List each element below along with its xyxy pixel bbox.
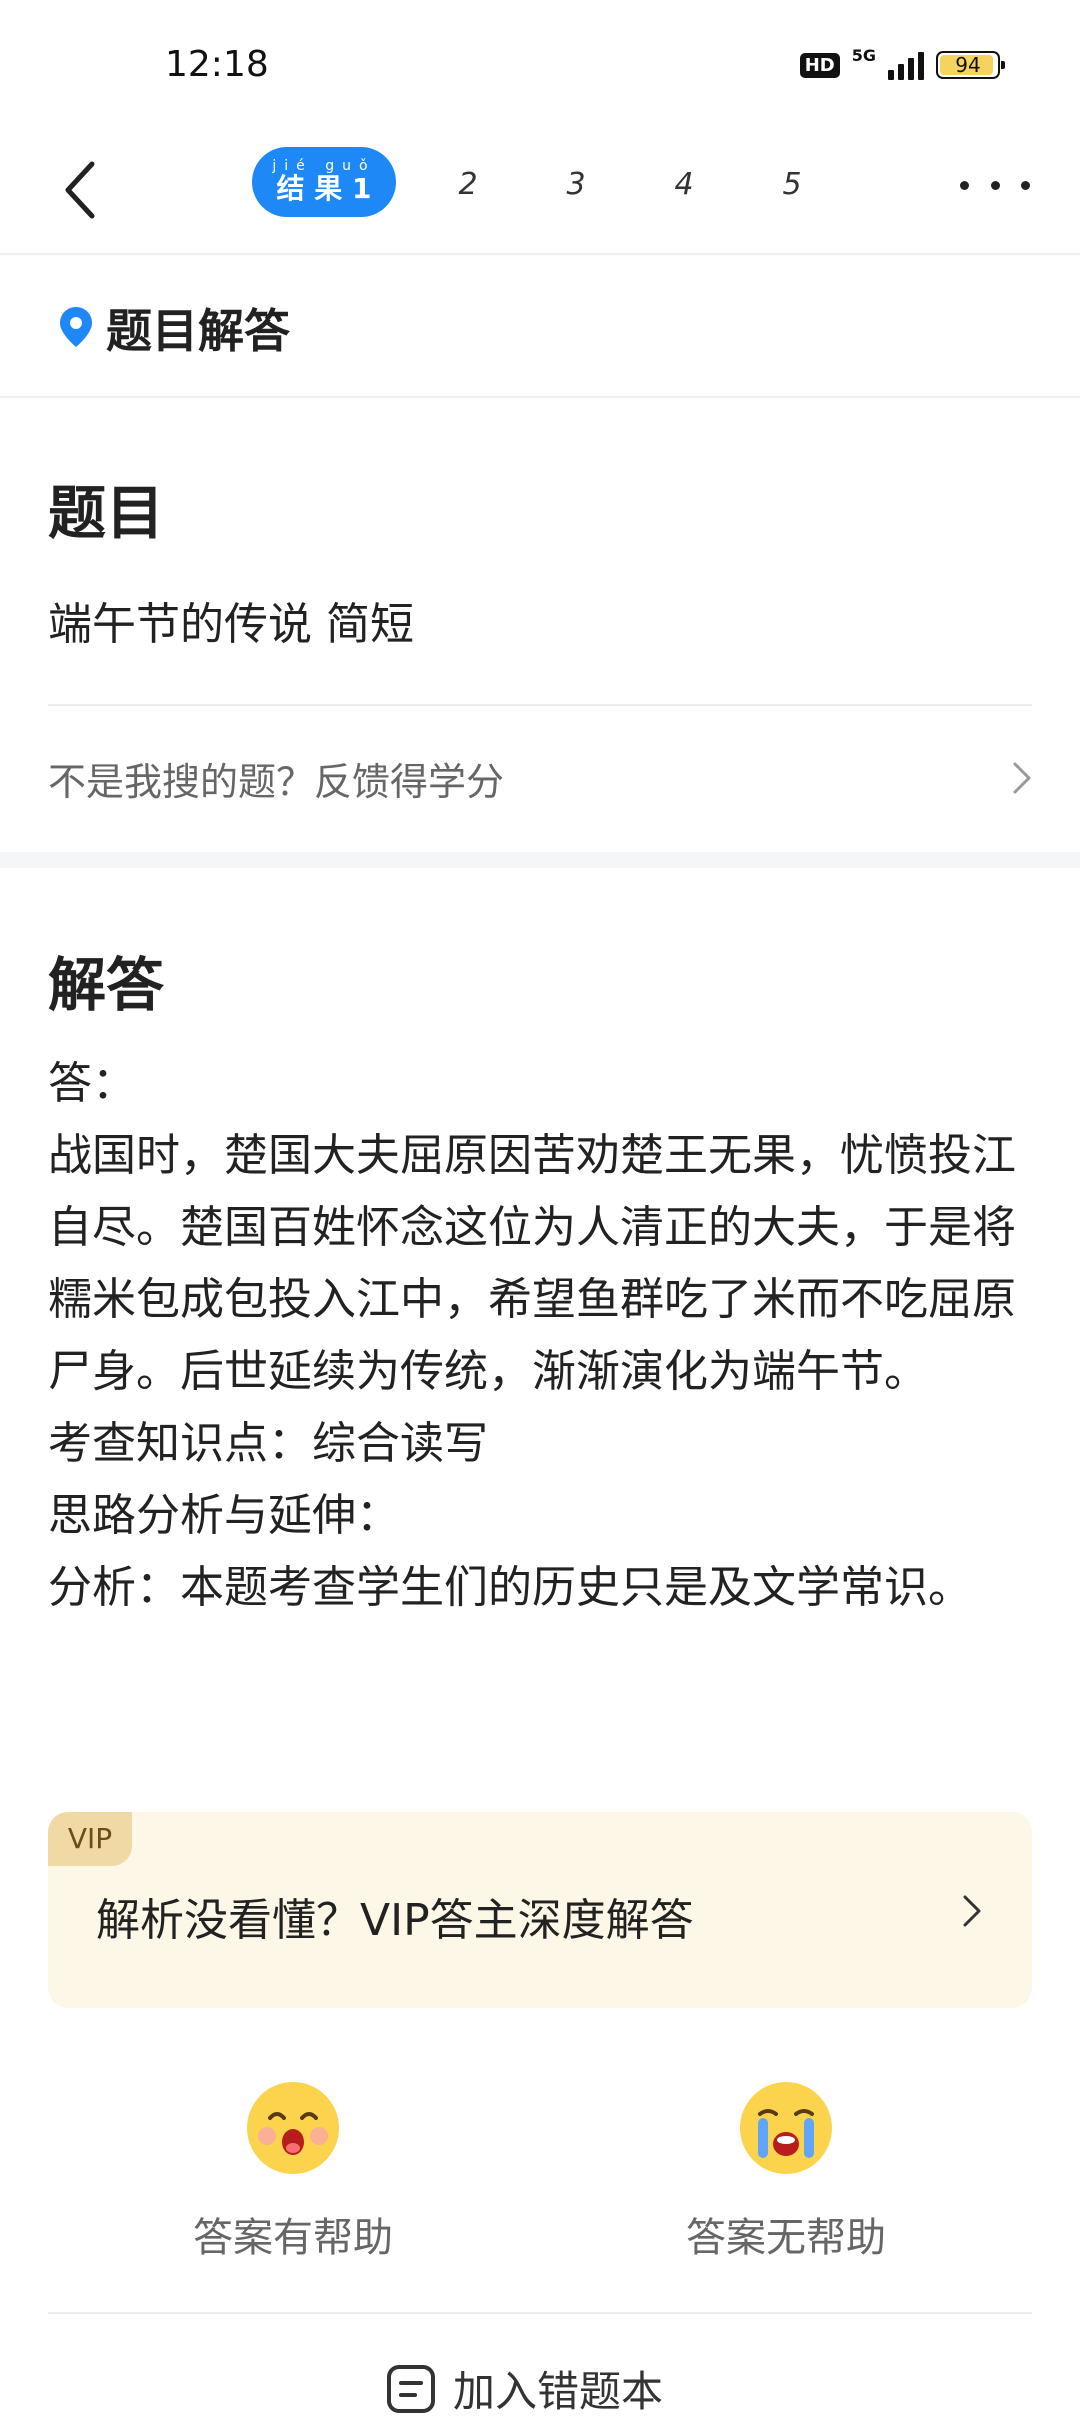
chevron-left-icon (65, 161, 95, 219)
location-pin-icon (60, 307, 92, 347)
vip-badge: VIP (48, 1812, 132, 1866)
answer-line: 战国时，楚国大夫屈原因苦劝楚王无果，忧愤投江自尽。楚国百姓怀念这位为人清正的大夫… (48, 1130, 1016, 1397)
section-header: 题目解答 (0, 255, 1080, 395)
question-card: 题目 端午节的传说 简短 不是我搜的题？反馈得学分 (0, 398, 1080, 850)
section-gap (0, 852, 1080, 868)
top-nav: jié guǒ 结 果 1 2 3 4 5 (0, 130, 1080, 255)
vip-text: 解析没看懂？VIP答主深度解答 (96, 1895, 694, 1946)
question-heading: 题目 (48, 479, 165, 547)
feedback-text: 不是我搜的题？反馈得学分 (48, 759, 505, 804)
more-dot (1021, 180, 1030, 190)
tab-pinyin: jié guǒ (272, 158, 376, 174)
answer-body: 答： 战国时，楚国大夫屈原因苦劝楚王无果，忧愤投江自尽。楚国百姓怀念这位为人清正… (48, 1048, 1018, 1624)
crying-face-icon[interactable] (738, 2080, 834, 2176)
add-to-wrong-book-label: 加入错题本 (453, 2367, 664, 2416)
more-dot (990, 180, 1000, 190)
add-to-wrong-book-button[interactable]: 加入错题本 (385, 2358, 663, 2419)
chevron-right-icon (963, 1895, 981, 1927)
divider (48, 2312, 1032, 2314)
notebook-icon (387, 2364, 435, 2413)
tab-5[interactable]: 5 (762, 160, 822, 210)
tab-label: 结 果 1 (276, 172, 372, 205)
happy-face-icon[interactable] (245, 2080, 341, 2176)
tab-4[interactable]: 4 (654, 160, 714, 210)
back-button[interactable] (50, 150, 110, 230)
tab-3[interactable]: 3 (546, 160, 606, 210)
more-options-button[interactable] (960, 160, 1030, 210)
tab-2[interactable]: 2 (438, 160, 498, 210)
wrong-question-feedback[interactable]: 不是我搜的题？反馈得学分 (48, 738, 1032, 818)
vip-answer-card[interactable]: VIP 解析没看懂？VIP答主深度解答 (48, 1812, 1032, 2008)
question-text: 端午节的传说 简短 (48, 599, 414, 650)
more-dot (960, 180, 969, 190)
battery-percent: 94 (955, 53, 981, 77)
status-icons: HD 5G 94 (799, 46, 1005, 80)
helpful-label[interactable]: 答案有帮助 (143, 2205, 443, 2263)
chevron-right-icon (1013, 762, 1031, 794)
answer-line: 分析：本题考查学生们的历史只是及文学常识。 (48, 1562, 972, 1613)
network-type: 5G (851, 45, 876, 65)
answer-line: 考查知识点：综合读写 (48, 1418, 488, 1469)
hd-icon: HD (799, 52, 840, 78)
answer-heading: 解答 (48, 951, 165, 1019)
battery-icon: 94 (936, 51, 1005, 79)
signal-icon (888, 50, 924, 80)
answer-line: 答： (48, 1058, 136, 1109)
status-time: 12:18 (165, 44, 269, 85)
answer-line: 思路分析与延伸： (48, 1490, 400, 1541)
status-bar: 12:18 HD 5G 94 (0, 0, 1080, 130)
divider (48, 704, 1032, 706)
section-title: 题目解答 (106, 304, 290, 358)
tab-result-1[interactable]: jié guǒ 结 果 1 (252, 147, 396, 217)
not-helpful-label[interactable]: 答案无帮助 (636, 2205, 936, 2263)
